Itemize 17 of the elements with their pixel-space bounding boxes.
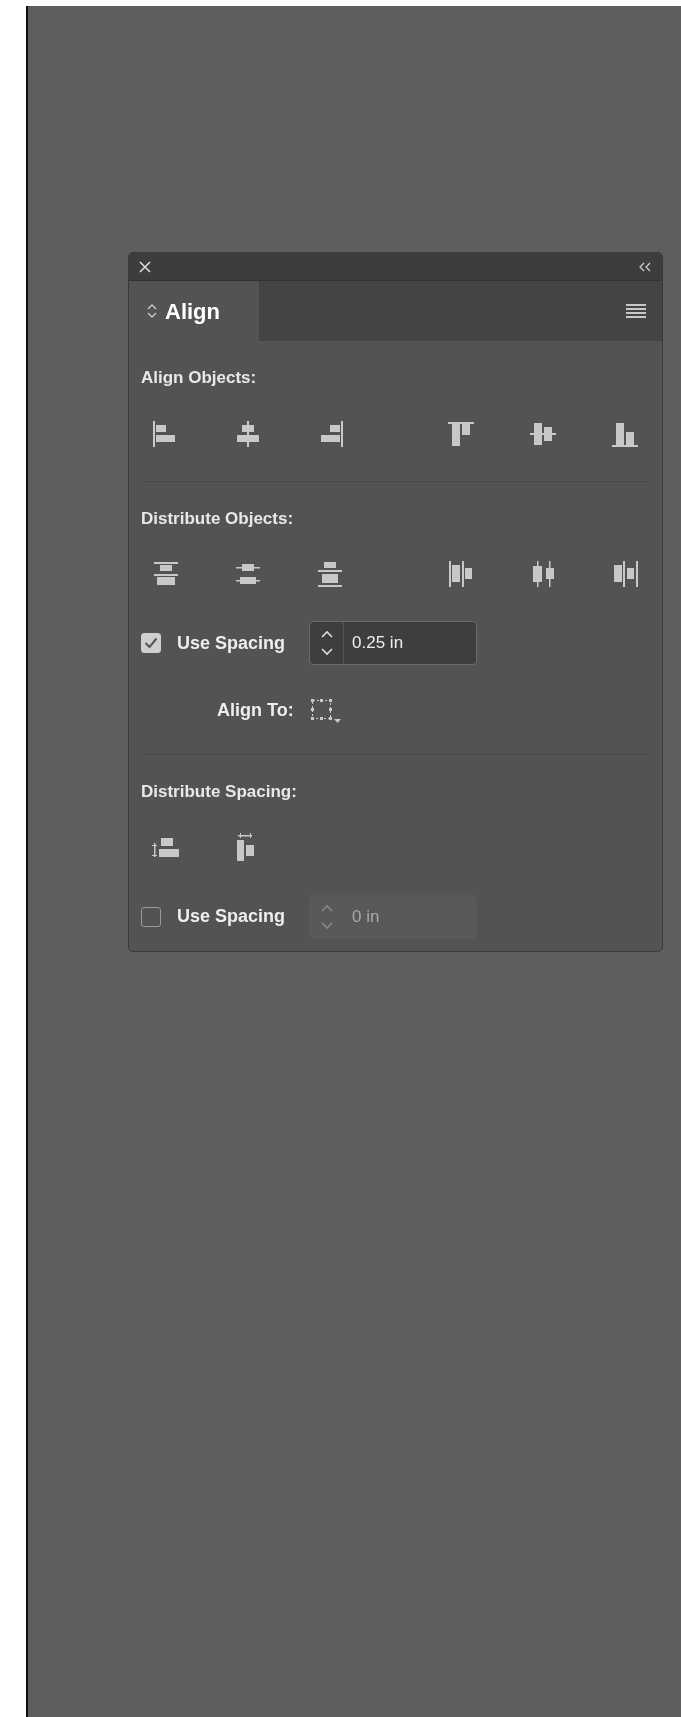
sort-icon <box>147 303 157 319</box>
selection-dropdown-icon[interactable] <box>309 697 342 724</box>
distribute-bottom-icon[interactable] <box>315 559 345 589</box>
close-icon[interactable] <box>139 260 151 273</box>
collapse-icon[interactable] <box>638 261 652 272</box>
spacing-field[interactable]: 0.25 in <box>309 621 478 665</box>
align-to-label: Align To: <box>217 699 294 722</box>
section-title: Distribute Spacing: <box>141 781 298 803</box>
menu-icon[interactable] <box>626 304 646 318</box>
panel-tab[interactable]: Align <box>129 281 259 341</box>
section-title: Distribute Objects: <box>141 507 295 530</box>
checkbox[interactable] <box>141 633 161 653</box>
check-icon <box>144 637 158 649</box>
stepper-icon[interactable] <box>318 628 335 658</box>
checkbox-label[interactable]: Use Spacing <box>177 629 286 657</box>
value-input[interactable]: 0.25 in <box>344 630 465 656</box>
section-title: Align Objects: <box>141 367 258 389</box>
